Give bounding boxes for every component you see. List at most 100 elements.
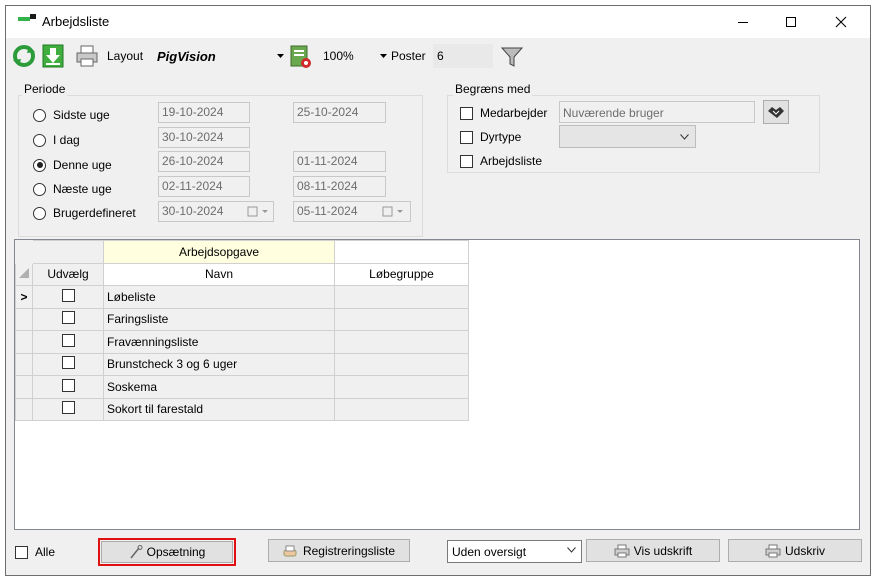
vis-udskrift-label: Vis udskrift bbox=[633, 543, 693, 558]
begraens-title: Begræns med bbox=[453, 82, 533, 96]
row-selector[interactable] bbox=[15, 397, 33, 421]
group-header-arbejdsopgave: Arbejdsopgave bbox=[103, 240, 335, 264]
dyrtype-select[interactable] bbox=[559, 125, 696, 148]
col-header-navn[interactable]: Navn bbox=[103, 262, 335, 286]
download-icon[interactable] bbox=[42, 44, 64, 68]
row-checkbox[interactable] bbox=[61, 311, 75, 325]
udvaelg-cell[interactable] bbox=[32, 285, 104, 309]
radio-label: Brugerdefineret bbox=[53, 206, 136, 220]
udvaelg-cell[interactable] bbox=[32, 352, 104, 376]
table-row[interactable]: Soskema bbox=[15, 375, 469, 399]
col-header-lobegruppe[interactable]: Løbegruppe bbox=[334, 262, 469, 286]
window-title: Arbejdsliste bbox=[42, 14, 110, 29]
lobegruppe-cell bbox=[334, 330, 469, 354]
check-dyrtype[interactable]: Dyrtype bbox=[460, 130, 521, 144]
medarbejder-input[interactable]: Nuværende bruger bbox=[559, 101, 755, 123]
table-row[interactable]: Fravænningsliste bbox=[15, 330, 469, 354]
filter-icon[interactable] bbox=[501, 46, 523, 68]
printer-icon bbox=[765, 544, 781, 558]
udvaelg-cell[interactable] bbox=[32, 397, 104, 421]
layout-select[interactable]: PigVision bbox=[154, 45, 286, 67]
row-checkbox[interactable] bbox=[61, 333, 75, 347]
radio-button-selected[interactable] bbox=[33, 158, 46, 172]
layout-settings-icon[interactable] bbox=[289, 44, 313, 69]
row-checkbox[interactable] bbox=[61, 401, 75, 415]
table-row[interactable]: > Løbeliste bbox=[15, 285, 469, 309]
row-checkbox[interactable] bbox=[61, 356, 75, 370]
row-checkbox[interactable] bbox=[61, 378, 75, 392]
date-picker-from-value: 30-10-2024 bbox=[162, 204, 224, 218]
date-picker-from[interactable]: 30-10-2024 bbox=[158, 201, 274, 222]
row-selector[interactable] bbox=[15, 330, 33, 354]
check-medarbejder[interactable]: Medarbejder bbox=[460, 106, 547, 120]
checkbox[interactable] bbox=[15, 545, 28, 559]
chevron-down-icon bbox=[567, 547, 576, 553]
medarbejder-placeholder: Nuværende bruger bbox=[563, 106, 664, 120]
registreringsliste-button[interactable]: Registreringsliste bbox=[268, 539, 410, 562]
app-icon bbox=[18, 14, 36, 21]
printer-icon[interactable] bbox=[76, 45, 98, 67]
radio-i-dag[interactable]: I dag bbox=[33, 133, 80, 147]
checkbox-label: Arbejdsliste bbox=[480, 154, 543, 168]
zoom-value: 100% bbox=[323, 49, 354, 63]
minimize-icon bbox=[738, 22, 748, 23]
layout-value: PigVision bbox=[157, 49, 216, 64]
radio-button[interactable] bbox=[33, 133, 46, 147]
row-selector[interactable] bbox=[15, 352, 33, 376]
table-row[interactable]: Sokort til farestald bbox=[15, 397, 469, 421]
hand-icon bbox=[283, 544, 299, 558]
chevron-down-icon bbox=[380, 54, 387, 58]
col-header-udvaelg[interactable]: Udvælg bbox=[32, 262, 104, 286]
check-arbejdsliste[interactable]: Arbejdsliste bbox=[460, 154, 542, 168]
udskriv-label: Udskriv bbox=[784, 543, 825, 558]
checkbox[interactable] bbox=[460, 130, 473, 144]
navn-cell: Sokort til farestald bbox=[103, 397, 335, 421]
opsaetning-button[interactable]: Opsætning bbox=[101, 541, 233, 563]
radio-button[interactable] bbox=[33, 206, 46, 220]
udvaelg-cell[interactable] bbox=[32, 307, 104, 331]
handshake-button[interactable] bbox=[763, 100, 789, 124]
date-from-naeste-uge: 02-11-2024 bbox=[158, 176, 250, 197]
date-picker-to-value: 05-11-2024 bbox=[297, 204, 358, 218]
lobegruppe-cell bbox=[334, 307, 469, 331]
date-from-denne-uge: 26-10-2024 bbox=[158, 151, 250, 172]
poster-label: Poster bbox=[391, 49, 426, 63]
udvaelg-cell[interactable] bbox=[32, 375, 104, 399]
checkbox-label: Alle bbox=[35, 545, 56, 559]
date-picker-to[interactable]: 05-11-2024 bbox=[293, 201, 411, 222]
table-row[interactable]: Brunstcheck 3 og 6 uger bbox=[15, 352, 469, 376]
vis-udskrift-button[interactable]: Vis udskrift bbox=[586, 539, 720, 562]
row-checkbox[interactable] bbox=[61, 288, 75, 302]
radio-label: Næste uge bbox=[53, 182, 112, 196]
calendar-dropdown-icon[interactable] bbox=[382, 206, 406, 217]
radio-button[interactable] bbox=[33, 182, 46, 196]
select-all-corner[interactable] bbox=[15, 262, 33, 286]
checkbox[interactable] bbox=[460, 106, 473, 120]
check-alle[interactable]: Alle bbox=[15, 545, 55, 559]
registreringsliste-label: Registreringsliste bbox=[302, 543, 396, 558]
udvaelg-cell[interactable] bbox=[32, 330, 104, 354]
radio-denne-uge[interactable]: Denne uge bbox=[33, 158, 112, 172]
maximize-icon bbox=[786, 17, 796, 27]
date-to-denne-uge: 01-11-2024 bbox=[293, 151, 386, 172]
oversigt-select[interactable]: Uden oversigt bbox=[447, 540, 582, 563]
close-button[interactable] bbox=[818, 6, 864, 38]
periode-title: Periode bbox=[22, 82, 68, 96]
calendar-dropdown-icon[interactable] bbox=[247, 206, 271, 217]
row-selector[interactable] bbox=[15, 375, 33, 399]
zoom-select[interactable]: 100% bbox=[319, 45, 387, 67]
checkbox[interactable] bbox=[460, 154, 473, 168]
radio-button[interactable] bbox=[33, 108, 46, 122]
radio-brugerdefineret[interactable]: Brugerdefineret bbox=[33, 206, 136, 220]
radio-naeste-uge[interactable]: Næste uge bbox=[33, 182, 112, 196]
refresh-icon[interactable] bbox=[12, 44, 36, 68]
udskriv-button[interactable]: Udskriv bbox=[728, 539, 862, 562]
row-selector[interactable] bbox=[15, 307, 33, 331]
toolbar: Layout PigVision 100% Poster 6 bbox=[6, 39, 870, 73]
maximize-button[interactable] bbox=[768, 6, 814, 38]
table-row[interactable]: Faringsliste bbox=[15, 307, 469, 331]
layout-label: Layout bbox=[107, 49, 144, 63]
lobegruppe-cell bbox=[334, 375, 469, 399]
minimize-button[interactable] bbox=[720, 6, 766, 38]
radio-sidste-uge[interactable]: Sidste uge bbox=[33, 108, 110, 122]
